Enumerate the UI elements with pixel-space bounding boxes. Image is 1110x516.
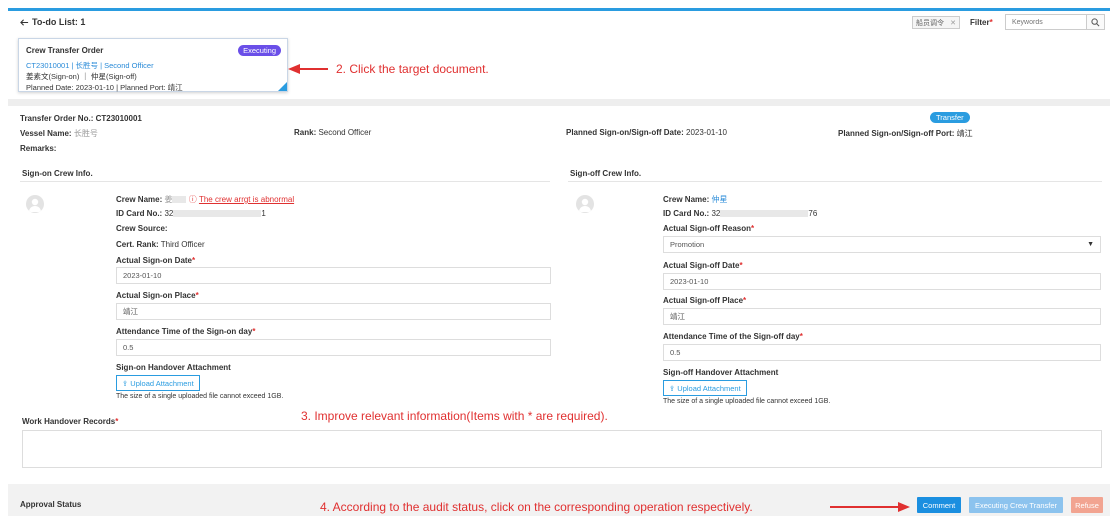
card-planned-line: Planned Date: 2023-01-10 | Planned Port:…	[26, 83, 183, 92]
signoff-attendance-input[interactable]: 0.5	[663, 344, 1101, 361]
refuse-button[interactable]: Refuse	[1071, 497, 1103, 513]
signoff-reason-label: Actual Sign-off Reason*	[663, 224, 755, 233]
comment-button[interactable]: Comment	[917, 497, 961, 513]
signoff-divider	[568, 181, 1102, 182]
tag-filter-label: 船员调令	[916, 19, 944, 27]
planned-port-row: Planned Sign-on/Sign-off Port: 靖江	[838, 129, 973, 138]
signoff-reason-value: Promotion	[670, 240, 705, 249]
signon-attendance-input[interactable]: 0.5	[116, 339, 551, 356]
rank-row: Rank: Second Officer	[294, 128, 372, 137]
signoff-section-title: Sign-off Crew Info.	[570, 169, 642, 178]
warning-icon: ⓘ	[188, 195, 197, 204]
signon-date-input[interactable]: 2023-01-10	[116, 267, 551, 284]
approval-status-label: Approval Status	[20, 500, 82, 509]
signoff-upload-hint: The size of a single uploaded file canno…	[663, 398, 831, 405]
signon-section-title: Sign-on Crew Info.	[22, 169, 93, 178]
close-icon[interactable]: ✕	[950, 19, 956, 27]
annotation-arrow	[296, 68, 328, 70]
signon-upload-hint: The size of a single uploaded file canno…	[116, 393, 284, 400]
keywords-input[interactable]	[1006, 15, 1086, 29]
search-icon	[1091, 17, 1100, 26]
back-to-todo-list[interactable]: To-do List: 1	[20, 17, 85, 27]
signoff-date-label: Actual Sign-off Date*	[663, 261, 743, 270]
annotation-arrow	[830, 506, 902, 508]
arrow-head-icon	[898, 502, 910, 512]
card-order-line: CT23010001 | 长胜号 | Second Officer	[26, 61, 154, 70]
keywords-search	[1005, 14, 1105, 30]
signoff-date-input[interactable]: 2023-01-10	[663, 273, 1101, 290]
signoff-id-row: ID Card No.: 32 76	[663, 209, 818, 218]
chevron-down-icon: ▼	[1087, 241, 1094, 248]
work-handover-label: Work Handover Records*	[22, 417, 119, 426]
signoff-attendance-label: Attendance Time of the Sign-off day*	[663, 332, 803, 341]
signon-crew-source-label: Crew Source:	[116, 224, 168, 233]
card-crew-line: 姜素文(Sign-on) ｜ 仲星(Sign-off)	[26, 72, 137, 81]
signon-place-label: Actual Sign-on Place*	[116, 291, 199, 300]
signon-date-label: Actual Sign-on Date*	[116, 256, 196, 265]
upload-icon: ⇪	[122, 378, 129, 388]
planned-date-row: Planned Sign-on/Sign-off Date: 2023-01-1…	[566, 128, 727, 137]
user-icon	[579, 198, 591, 212]
crew-transfer-order-card[interactable]: Crew Transfer Order Executing CT23010001…	[18, 38, 288, 92]
signoff-place-input[interactable]: 靖江	[663, 308, 1101, 325]
signoff-upload-button[interactable]: ⇪ Upload Attachment	[663, 380, 747, 396]
transfer-badge: Transfer	[930, 112, 970, 123]
signoff-attachment-label: Sign-off Handover Attachment	[663, 368, 779, 377]
signon-divider	[20, 181, 550, 182]
annotation-step-3: 3. Improve relevant information(Items wi…	[301, 409, 608, 423]
signon-attachment-label: Sign-on Handover Attachment	[116, 363, 231, 372]
signon-attendance-label: Attendance Time of the Sign-on day*	[116, 327, 256, 336]
signoff-place-label: Actual Sign-off Place*	[663, 296, 747, 305]
signoff-crew-name-row: Crew Name: 仲星	[663, 195, 728, 204]
filter-label: Filter*	[970, 18, 993, 27]
divider-bar	[8, 99, 1110, 106]
work-handover-textarea[interactable]	[22, 430, 1102, 468]
annotation-step-2: 2. Click the target document.	[336, 62, 489, 76]
executing-status-badge: Executing	[238, 45, 281, 56]
signoff-reason-select[interactable]: Promotion ▼	[663, 236, 1101, 253]
signon-place-input[interactable]: 靖江	[116, 303, 551, 320]
arrow-left-icon	[20, 18, 29, 26]
crew-arrangement-warning-link[interactable]: The crew arrgt is abnormal	[199, 195, 294, 204]
execute-crew-transfer-button[interactable]: Executing Crew Transfer	[969, 497, 1063, 513]
annotation-step-4: 4. According to the audit status, click …	[320, 500, 753, 514]
card-corner-marker	[278, 82, 287, 91]
upload-icon: ⇪	[669, 383, 676, 393]
signon-cert-rank-row: Cert. Rank: Third Officer	[116, 240, 205, 249]
remarks-label: Remarks:	[20, 144, 57, 153]
arrow-head-icon	[288, 64, 300, 74]
signon-avatar	[26, 195, 44, 213]
search-button[interactable]	[1086, 15, 1104, 29]
user-icon	[29, 198, 41, 212]
signon-upload-button[interactable]: ⇪ Upload Attachment	[116, 375, 200, 391]
signoff-avatar	[576, 195, 594, 213]
tag-filter-chip[interactable]: 船员调令 ✕	[912, 16, 960, 29]
order-no-row: Transfer Order No.: CT23010001	[20, 114, 142, 123]
todo-list-label: To-do List: 1	[32, 17, 86, 27]
vessel-name-row: Vessel Name: 长胜号	[20, 129, 98, 138]
signon-id-row: ID Card No.: 32 1	[116, 209, 266, 218]
signon-crew-name-row: Crew Name: 姜 ⓘ The crew arrgt is abnorma…	[116, 195, 295, 204]
